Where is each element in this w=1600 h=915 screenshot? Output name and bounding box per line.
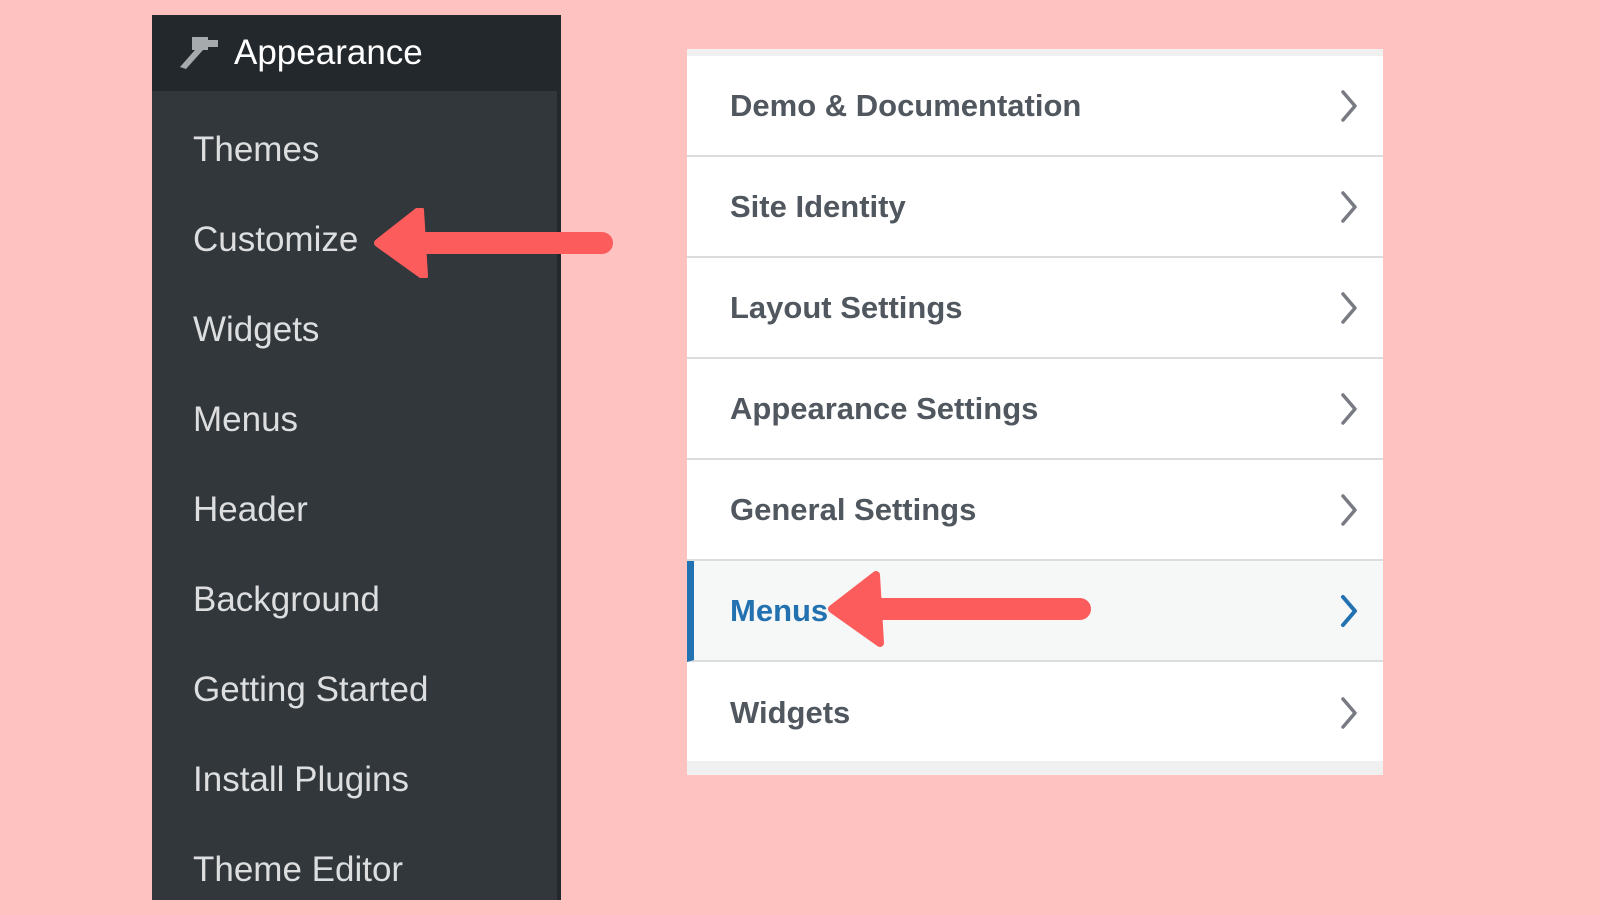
chevron-right-icon [1341, 291, 1357, 324]
submenu-item-customize[interactable]: Customize [152, 195, 557, 285]
submenu-item-widgets[interactable]: Widgets [152, 285, 557, 375]
appearance-menu-header[interactable]: Appearance [152, 15, 557, 91]
submenu-item-background[interactable]: Background [152, 555, 557, 645]
submenu-item-getting-started[interactable]: Getting Started [152, 645, 557, 735]
submenu-item-menus[interactable]: Menus [152, 375, 557, 465]
submenu-item-install-plugins[interactable]: Install Plugins [152, 735, 557, 825]
section-label: Appearance Settings [730, 390, 1039, 426]
section-label: Demo & Documentation [730, 87, 1082, 123]
section-label: Layout Settings [730, 289, 963, 325]
chevron-right-icon [1341, 493, 1357, 526]
chevron-right-icon [1341, 190, 1357, 223]
section-layout-settings[interactable]: Layout Settings [687, 258, 1383, 359]
submenu-item-theme-editor[interactable]: Theme Editor [152, 825, 557, 915]
submenu-item-header[interactable]: Header [152, 465, 557, 555]
section-menus[interactable]: Menus [687, 561, 1383, 662]
section-appearance-settings[interactable]: Appearance Settings [687, 359, 1383, 460]
section-site-identity[interactable]: Site Identity [687, 157, 1383, 258]
chevron-right-icon [1341, 392, 1357, 425]
submenu-item-themes[interactable]: Themes [152, 105, 557, 195]
section-label: Menus [730, 592, 829, 628]
chevron-right-icon [1341, 89, 1357, 122]
section-label: General Settings [730, 491, 977, 527]
section-label: Widgets [730, 694, 851, 730]
section-demo-documentation[interactable]: Demo & Documentation [687, 56, 1383, 157]
chevron-right-icon [1341, 696, 1357, 729]
appearance-submenu: Appearance Themes Customize Widgets Menu… [152, 15, 561, 900]
appearance-menu-title: Appearance [234, 33, 423, 72]
section-widgets[interactable]: Widgets [687, 662, 1383, 763]
paintbrush-icon [178, 33, 222, 73]
section-label: Site Identity [730, 188, 906, 224]
section-general-settings[interactable]: General Settings [687, 460, 1383, 561]
chevron-right-icon [1341, 594, 1357, 627]
customizer-sections-panel: Demo & Documentation Site Identity Layou… [687, 49, 1383, 775]
submenu-list: Themes Customize Widgets Menus Header Ba… [152, 91, 557, 915]
